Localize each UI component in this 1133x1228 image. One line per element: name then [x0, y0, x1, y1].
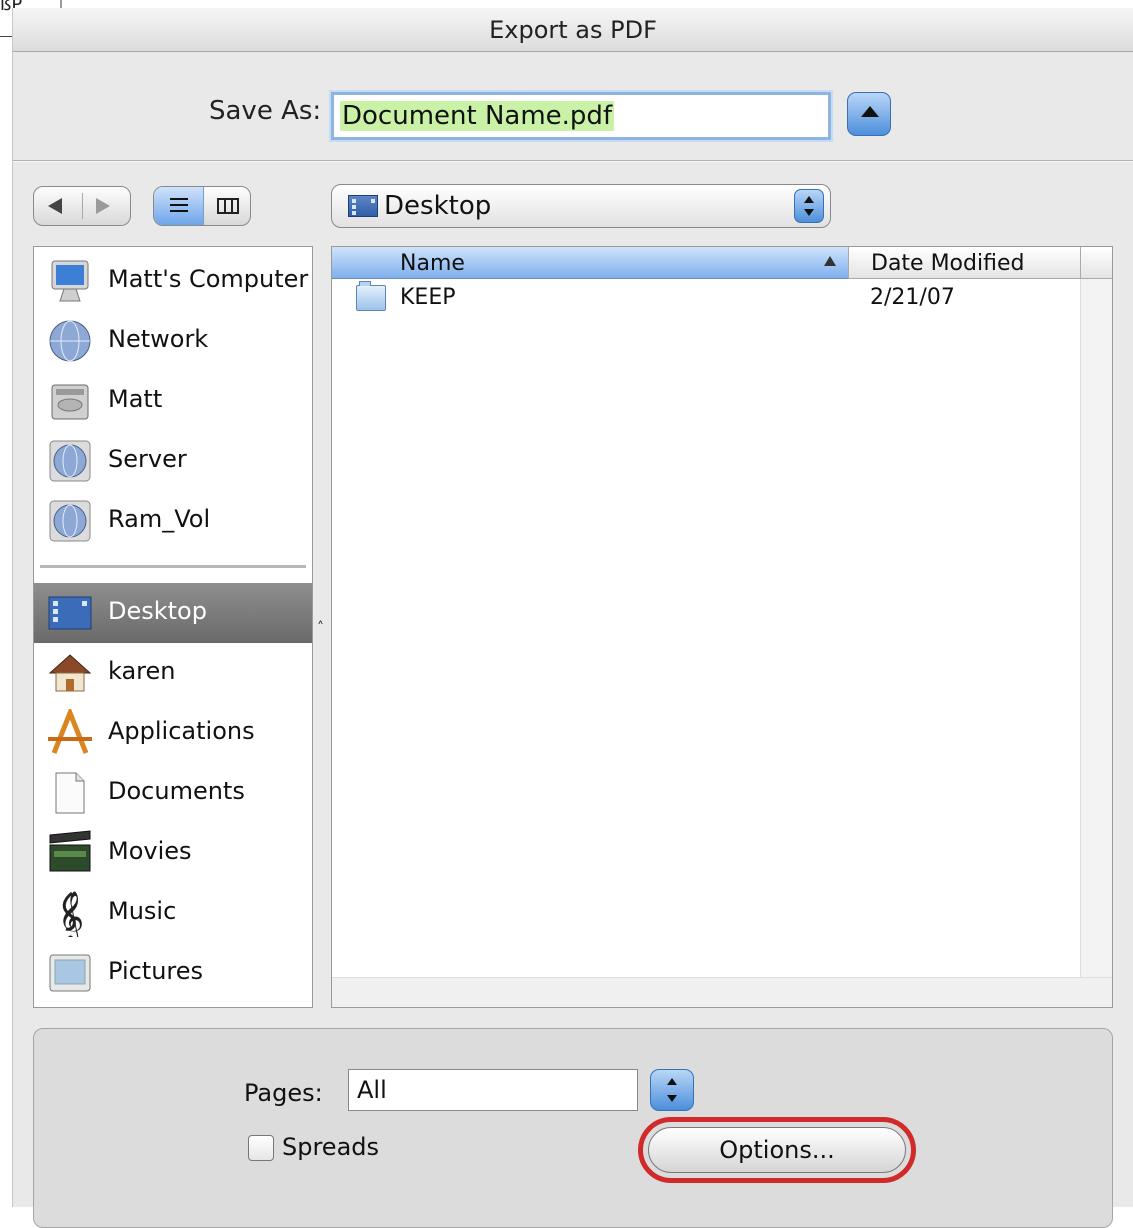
file-date-modified: 2/21/07 [870, 285, 955, 310]
location-label: Desktop [384, 191, 492, 221]
desktop-icon [348, 195, 378, 217]
column-header-label: Date Modified [871, 251, 1025, 276]
sort-ascending-icon [824, 256, 836, 266]
sidebar-item-label: karen [108, 657, 176, 685]
sidebar-item-documents[interactable]: Documents [34, 763, 312, 823]
sidebar-splitter-icon[interactable]: ˄ [317, 620, 324, 636]
dialog-title: Export as PDF [489, 16, 657, 44]
sidebar-item-label: Network [108, 325, 209, 353]
server-globe-icon [49, 440, 91, 482]
save-as-field[interactable]: Document Name.pdf [331, 92, 831, 140]
triangle-up-icon [861, 106, 879, 117]
sidebar-item-label: Matt's Computer [108, 265, 309, 293]
back-forward-control [33, 186, 131, 226]
sidebar-item-desktop[interactable]: Desktop [34, 583, 312, 643]
sidebar-item-matts-computer[interactable]: Matt's Computer [34, 251, 312, 311]
pictures-icon [49, 954, 91, 992]
volume-globe-icon [49, 500, 91, 542]
column-view-icon-divider [231, 198, 233, 214]
background-fragment-bar [60, 0, 62, 8]
background-fragment-line [0, 36, 12, 37]
sidebar-item-pictures[interactable]: Pictures [34, 943, 312, 1003]
column-header-label: Name [400, 251, 465, 276]
options-button-label: Options... [719, 1136, 835, 1164]
sidebar-item-network[interactable]: Network [34, 311, 312, 371]
segment-divider [82, 193, 83, 219]
column-header-name[interactable]: Name [332, 247, 848, 279]
movies-icon [49, 830, 91, 872]
sidebar-item-label: Movies [108, 837, 192, 865]
vertical-scrollbar[interactable] [1080, 279, 1112, 977]
spreads-checkbox[interactable] [248, 1135, 274, 1161]
table-row[interactable]: KEEP 2/21/07 [332, 281, 1080, 317]
sidebar-item-label: Documents [108, 777, 245, 805]
horizontal-scrollbar[interactable] [332, 977, 1112, 1007]
location-popup[interactable]: Desktop [331, 184, 831, 228]
sidebar-item-music[interactable]: 𝄞 Music [34, 883, 312, 943]
desktop-icon-dot [352, 199, 356, 203]
applications-icon [48, 709, 92, 754]
network-globe-icon [49, 320, 91, 362]
desktop-icon [48, 596, 92, 630]
sidebar-item-ram-vol[interactable]: Ram_Vol [34, 491, 312, 551]
column-view-button[interactable] [204, 187, 250, 225]
header-separator [13, 160, 1133, 162]
column-view-icon [217, 198, 239, 214]
sidebar-item-label: Desktop [108, 597, 207, 625]
sidebar-item-server[interactable]: Server [34, 431, 312, 491]
chevron-down-icon [667, 1095, 677, 1102]
list-view-icon [170, 198, 188, 200]
sidebar: Matt's Computer Network Matt Server Ram_… [33, 246, 313, 1008]
folder-icon-tab [359, 281, 371, 286]
folder-icon [356, 281, 386, 311]
sidebar-item-label: Matt [108, 385, 163, 413]
sidebar-item-label: Applications [108, 717, 255, 745]
view-mode-control [153, 186, 251, 226]
desktop-icon-dot [352, 211, 356, 215]
sidebar-item-applications[interactable]: Applications [34, 703, 312, 763]
file-list: Name Date Modified KEEP 2/21/07 [331, 246, 1113, 1008]
location-popup-arrows[interactable] [794, 189, 824, 223]
sidebar-divider [40, 565, 306, 568]
hard-drive-icon [51, 384, 89, 420]
music-icon: 𝄞 [58, 891, 84, 937]
chevron-down-icon [804, 209, 814, 216]
list-view-icon-line [170, 204, 188, 206]
file-name: KEEP [400, 285, 456, 310]
save-as-label: Save As: [209, 96, 322, 126]
sidebar-item-karen[interactable]: karen [34, 643, 312, 703]
computer-icon [51, 260, 89, 302]
chevron-up-icon [667, 1078, 677, 1085]
pages-label: Pages: [244, 1079, 323, 1107]
pages-field[interactable]: All [348, 1069, 638, 1111]
back-arrow-icon[interactable] [48, 198, 62, 214]
export-options-panel: Pages: All Spreads Options... [33, 1028, 1113, 1228]
list-view-icon-line [170, 210, 188, 212]
pages-popup-arrows[interactable] [650, 1069, 694, 1111]
export-pdf-dialog: Export as PDF Save As: Document Name.pdf [12, 8, 1133, 1228]
sidebar-item-matt[interactable]: Matt [34, 371, 312, 431]
pages-value: All [357, 1076, 387, 1104]
sidebar-item-label: Pictures [108, 957, 204, 985]
save-as-value: Document Name.pdf [340, 101, 615, 131]
chevron-up-icon [804, 196, 814, 203]
sidebar-item-label: Music [108, 897, 177, 925]
home-icon [48, 654, 92, 692]
spreads-label: Spreads [282, 1133, 380, 1161]
column-header-date-modified[interactable]: Date Modified [848, 247, 1080, 279]
options-button[interactable]: Options... [648, 1127, 906, 1173]
sidebar-item-label: Ram_Vol [108, 505, 211, 533]
column-header-filler [1080, 247, 1112, 279]
desktop-icon-dot [371, 199, 375, 203]
column-view-icon-divider [224, 198, 226, 214]
documents-icon [55, 772, 85, 814]
title-bar: Export as PDF [13, 8, 1133, 52]
forward-arrow-icon[interactable] [96, 198, 110, 214]
list-view-button[interactable] [154, 187, 204, 225]
sidebar-item-label: Server [108, 445, 187, 473]
desktop-icon-dot [352, 205, 356, 209]
sidebar-item-movies[interactable]: Movies [34, 823, 312, 883]
collapse-dialog-button[interactable] [847, 92, 891, 136]
